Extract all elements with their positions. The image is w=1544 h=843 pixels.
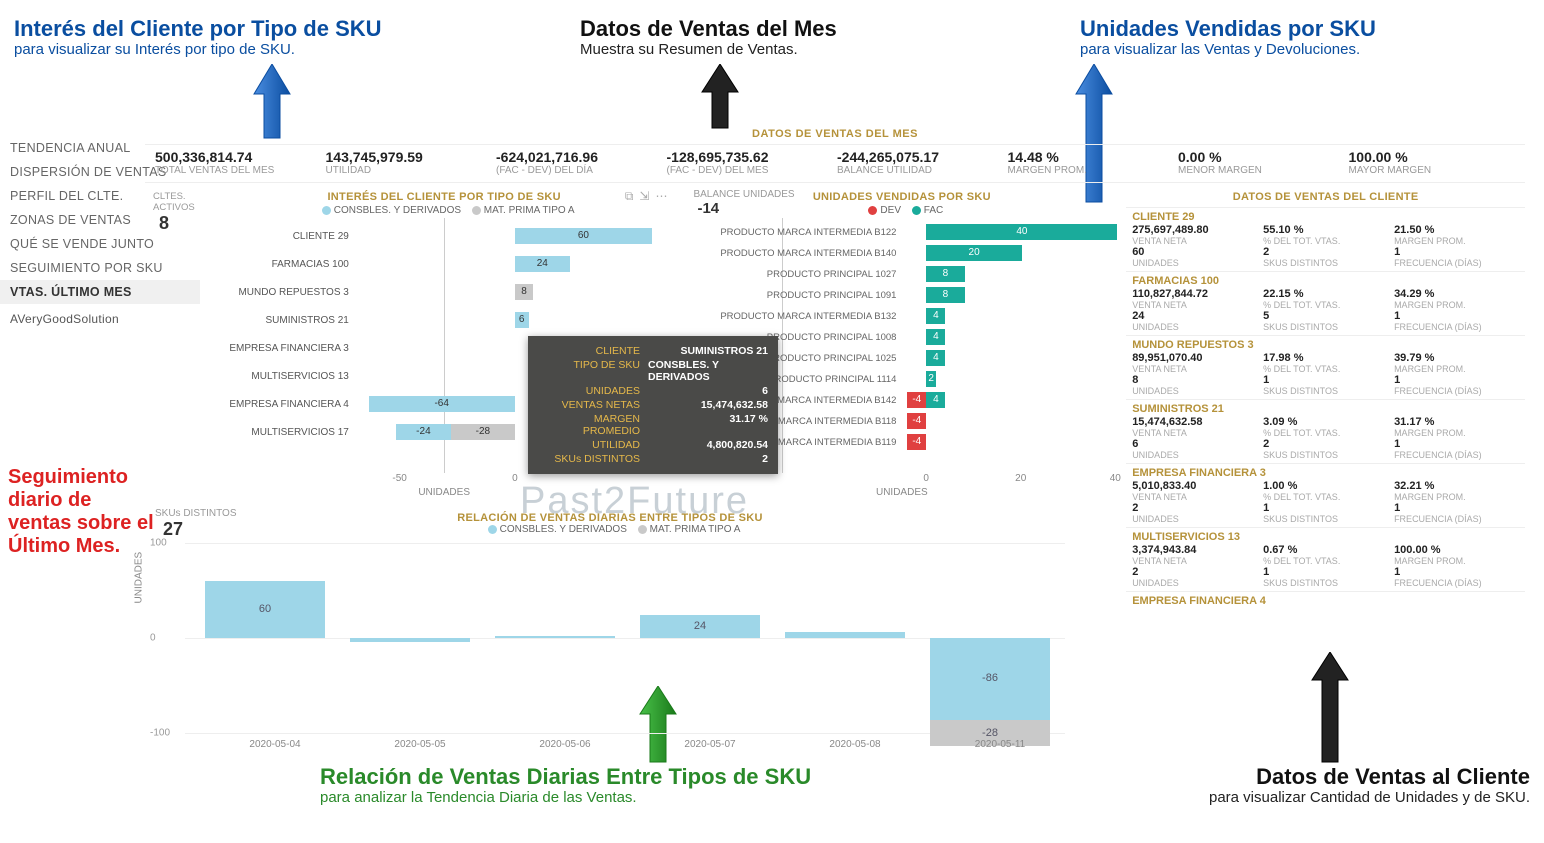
customer-card[interactable]: CLIENTE 29275,697,489.80VENTA NETA55.10 … bbox=[1126, 207, 1525, 271]
customer-card[interactable]: FARMACIAS 100110,827,844.72VENTA NETA22.… bbox=[1126, 271, 1525, 335]
customer-card[interactable]: MULTISERVICIOS 133,374,943.84VENTA NETA0… bbox=[1126, 527, 1525, 591]
kpi-cell: 0.00 %MENOR MARGEN bbox=[1176, 149, 1347, 176]
dashboard-panel: DATOS DE VENTAS DEL MES 500,336,814.74TO… bbox=[145, 128, 1525, 497]
daily-chart-box[interactable]: SKUs DISTINTOS27 RELACIÓN DE VENTAS DIAR… bbox=[145, 508, 1075, 733]
kpi-cell: -624,021,716.96(FAC - DEV) DEL DÍA bbox=[494, 149, 665, 176]
copy-icon[interactable]: ⧉ bbox=[625, 189, 634, 204]
kpi-cell: 100.00 %MAYOR MARGEN bbox=[1347, 149, 1518, 176]
export-icon[interactable]: ⇲ bbox=[639, 189, 649, 204]
callout-interes: Interés del Cliente por Tipo de SKU para… bbox=[14, 16, 382, 59]
customer-card[interactable]: EMPRESA FINANCIERA 35,010,833.40VENTA NE… bbox=[1126, 463, 1525, 527]
kpi-cell: 143,745,979.59UTILIDAD bbox=[324, 149, 495, 176]
kpi-cell: 500,336,814.74TOTAL VENTAS DEL MES bbox=[153, 149, 324, 176]
chartA-row[interactable]: CLIENTE 2960 bbox=[215, 224, 674, 248]
customer-card[interactable]: MUNDO REPUESTOS 389,951,070.40VENTA NETA… bbox=[1126, 335, 1525, 399]
arrow-up-black-1 bbox=[700, 64, 740, 130]
customer-data-panel: DATOS DE VENTAS DEL CLIENTE CLIENTE 2927… bbox=[1126, 187, 1525, 497]
kpi-strip-title: DATOS DE VENTAS DEL MES bbox=[145, 128, 1525, 144]
chartB-row[interactable]: PRODUCTO MARCA INTERMEDIA B1324 bbox=[687, 306, 1116, 326]
customer-card[interactable]: EMPRESA FINANCIERA 4 bbox=[1126, 591, 1525, 611]
chart-action-icons: ⧉ ⇲ ⋯ bbox=[625, 189, 668, 204]
chartB-row[interactable]: PRODUCTO PRINCIPAL 10278 bbox=[687, 264, 1116, 284]
kpi-cell: -244,265,075.17BALANCE UTILIDAD bbox=[835, 149, 1006, 176]
chartB-row[interactable]: PRODUCTO MARCA INTERMEDIA B14020 bbox=[687, 243, 1116, 263]
cltes-activos: CLTES. ACTIVOS 8 bbox=[145, 187, 205, 497]
chartA-row[interactable]: MUNDO REPUESTOS 38 bbox=[215, 280, 674, 304]
callout-datos-cliente: Datos de Ventas al Cliente para visualiz… bbox=[1040, 764, 1530, 807]
callout-seguimiento: Seguimiento diario de ventas sobre el Úl… bbox=[8, 466, 158, 558]
customer-card[interactable]: SUMINISTROS 2115,474,632.58VENTA NETA3.0… bbox=[1126, 399, 1525, 463]
chartA-row[interactable]: FARMACIAS 10024 bbox=[215, 252, 674, 276]
arrow-up-black-2 bbox=[1310, 652, 1350, 764]
mid-row: CLTES. ACTIVOS 8 ⧉ ⇲ ⋯ INTERÉS DEL CLIEN… bbox=[145, 187, 1525, 497]
kpi-cell: 14.48 %MARGEN PROM. bbox=[1006, 149, 1177, 176]
callout-relacion-diaria: Relación de Ventas Diarias Entre Tipos d… bbox=[320, 764, 811, 807]
callout-unidades-sku: Unidades Vendidas por SKU para visualiza… bbox=[1080, 16, 1376, 59]
chartB-row[interactable]: PRODUCTO PRINCIPAL 10918 bbox=[687, 285, 1116, 305]
chartA-row[interactable]: SUMINISTROS 216 bbox=[215, 308, 674, 332]
kpi-row: 500,336,814.74TOTAL VENTAS DEL MES143,74… bbox=[145, 144, 1525, 183]
more-icon[interactable]: ⋯ bbox=[655, 189, 667, 204]
watermark: Past2Future bbox=[520, 480, 749, 523]
kpi-cell: -128,695,735.62(FAC - DEV) DEL MES bbox=[665, 149, 836, 176]
chartB-row[interactable]: PRODUCTO MARCA INTERMEDIA B12240 bbox=[687, 222, 1116, 242]
callout-datos-mes: Datos de Ventas del Mes Muestra su Resum… bbox=[580, 16, 837, 59]
chart-tooltip: CLIENTESUMINISTROS 21TIPO DE SKUCONSBLES… bbox=[528, 336, 778, 474]
